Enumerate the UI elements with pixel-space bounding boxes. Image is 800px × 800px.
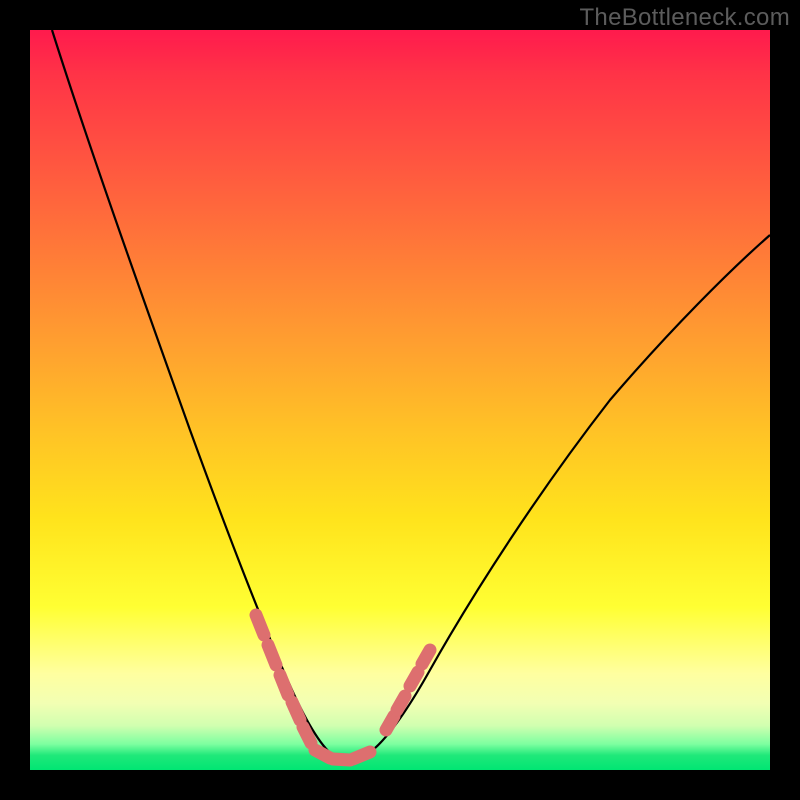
threshold-marker <box>353 752 370 759</box>
watermark-text: TheBottleneck.com <box>579 4 790 32</box>
threshold-marker <box>386 716 394 730</box>
threshold-marker <box>256 615 264 635</box>
threshold-marker <box>280 675 288 695</box>
threshold-marker <box>397 696 405 710</box>
curve-layer <box>30 30 770 770</box>
plot-area <box>30 30 770 770</box>
threshold-marker <box>410 672 418 686</box>
bottleneck-curve <box>52 30 770 761</box>
threshold-marker <box>268 645 276 665</box>
threshold-marker <box>422 650 430 664</box>
threshold-marker-group <box>256 615 430 760</box>
threshold-marker <box>292 702 300 720</box>
chart-frame: TheBottleneck.com <box>0 0 800 800</box>
threshold-marker <box>303 727 311 743</box>
